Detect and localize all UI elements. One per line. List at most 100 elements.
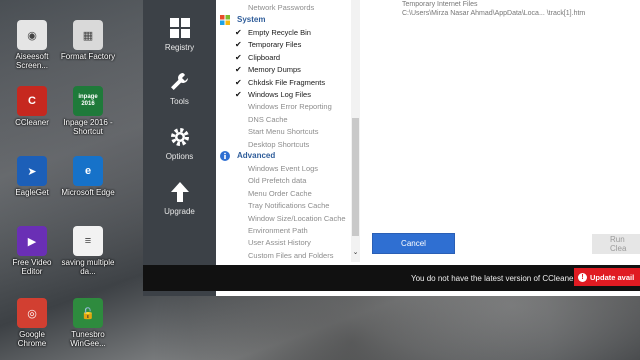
- info-icon: [220, 151, 230, 161]
- list-item[interactable]: Menu Order Cache: [216, 188, 356, 200]
- checkmark-icon[interactable]: ✔: [235, 52, 243, 64]
- list-item[interactable]: Environment Path: [216, 225, 356, 237]
- results-pane: Temporary Internet Files C:\Users\Mirza …: [402, 0, 585, 18]
- list-item-label: Desktop Shortcuts: [248, 139, 310, 149]
- checkmark-icon[interactable]: ✔: [235, 77, 243, 89]
- list-item-label: Old Prefetch data: [248, 176, 307, 186]
- sidebar-item-upgrade[interactable]: Upgrade: [143, 180, 216, 216]
- desktop-icon-label: Tunesbro WinGee...: [70, 330, 106, 348]
- arrow-up-icon: [168, 180, 192, 204]
- list-item-label: Temporary Files: [248, 40, 302, 50]
- list-item[interactable]: Old Prefetch data: [216, 175, 356, 187]
- desktop-icon[interactable]: ◎ Google Chrome: [4, 298, 60, 348]
- result-line: Temporary Internet Files: [402, 1, 478, 8]
- ccleaner-icon: C: [17, 86, 47, 116]
- sidebar-item-label: Registry: [164, 43, 195, 52]
- desktop-icon-label: Google Chrome: [17, 330, 47, 348]
- list-item[interactable]: Custom Files and Folders: [216, 250, 356, 262]
- list-item[interactable]: Desktop Shortcuts: [216, 139, 356, 151]
- list-item[interactable]: User Assist History: [216, 237, 356, 249]
- checkmark-icon[interactable]: ✔: [235, 89, 243, 101]
- list-item-label: User Assist History: [248, 238, 311, 248]
- status-bar: You do not have the latest version of CC…: [143, 265, 640, 291]
- desktop-icon[interactable]: ◉ Aiseesoft Screen...: [4, 20, 60, 70]
- list-item-label: Start Menu Shortcuts: [248, 127, 319, 137]
- list-item-label: Environment Path: [248, 226, 308, 235]
- cleaner-options-list: Network Passwords System ✔ Empty Recycle …: [216, 0, 362, 262]
- sidebar-item-label: Tools: [170, 97, 189, 106]
- desktop-icon[interactable]: e Microsoft Edge: [60, 156, 116, 197]
- desktop-icon[interactable]: inpage 2016 Inpage 2016 - Shortcut: [60, 86, 116, 136]
- sidebar-item-tools[interactable]: Tools: [143, 70, 216, 106]
- desktop-icon[interactable]: 🔓 Tunesbro WinGee...: [60, 298, 116, 348]
- list-item[interactable]: Windows Event Logs: [216, 163, 356, 175]
- list-item-label: Windows Error Reporting: [248, 102, 332, 112]
- chrome-icon: ◎: [17, 298, 47, 328]
- desktop-icon[interactable]: C CCleaner: [4, 86, 60, 127]
- desktop-icon[interactable]: ➤ EagleGet: [4, 156, 60, 197]
- edge-icon: e: [73, 156, 103, 186]
- sidebar: Registry Tools Options Upgrade: [143, 0, 216, 296]
- list-item[interactable]: ✔ Memory Dumps: [216, 64, 356, 76]
- inpage-icon: inpage 2016: [73, 86, 103, 116]
- desktop-icon-label: Format Factory: [60, 52, 116, 61]
- desktop-icon-label: Microsoft Edge: [61, 188, 115, 197]
- list-item[interactable]: Network Passwords: [216, 2, 356, 14]
- desktop-icon-label: EagleGet: [15, 188, 49, 197]
- result-path: C:\Users\Mirza Nasar Ahmad\AppData\Loca.…: [402, 10, 586, 17]
- list-item-label: Custom Files and Folders: [248, 250, 334, 260]
- list-item-label: Windows Event Logs: [248, 164, 319, 173]
- update-available-button[interactable]: ! Update avail: [574, 268, 640, 286]
- desktop-icon[interactable]: ▶ Free Video Editor: [4, 226, 60, 276]
- list-item[interactable]: Windows Error Reporting: [216, 101, 356, 113]
- list-item-label: Chkdsk File Fragments: [248, 77, 326, 87]
- desktop-icon-label: saving multiple da...: [61, 258, 115, 276]
- list-item[interactable]: ✔ Chkdsk File Fragments: [216, 77, 356, 89]
- list-scrollbar[interactable]: ⌄: [351, 0, 360, 262]
- checkmark-icon[interactable]: ✔: [235, 39, 243, 51]
- windows-icon: [220, 15, 230, 25]
- gear-icon: [168, 125, 192, 149]
- aiseesoft-icon: ◉: [17, 20, 47, 50]
- desktop-icon[interactable]: ≡ saving multiple da...: [60, 226, 116, 276]
- list-item-label: Window Size/Location Cache: [248, 213, 346, 223]
- cancel-button[interactable]: Cancel: [372, 233, 455, 254]
- list-item-label: Tray Notifications Cache: [248, 201, 330, 211]
- list-item[interactable]: ✔ Temporary Files: [216, 39, 356, 51]
- sidebar-item-options[interactable]: Options: [143, 125, 216, 161]
- tunesbro-icon: 🔓: [73, 298, 103, 328]
- desktop-icon-label: Aiseesoft Screen...: [15, 52, 49, 70]
- list-item-label: Empty Recycle Bin: [248, 28, 311, 37]
- grid-icon: [168, 16, 192, 40]
- desktop-icon-label: CCleaner: [15, 118, 49, 127]
- eagleget-icon: ➤: [17, 156, 47, 186]
- video-editor-icon: ▶: [17, 226, 47, 256]
- checkmark-icon[interactable]: ✔: [235, 27, 243, 39]
- list-item-label: Clipboard: [248, 52, 281, 62]
- list-item-label: Memory Dumps: [248, 65, 301, 75]
- list-item[interactable]: ✔ Windows Log Files: [216, 89, 356, 101]
- sidebar-item-label: Options: [165, 152, 194, 161]
- list-item[interactable]: DNS Cache: [216, 114, 356, 126]
- run-cleaner-button[interactable]: Run Clea: [592, 234, 640, 254]
- desktop-icon[interactable]: ▦ Format Factory: [60, 20, 116, 61]
- sidebar-item-label: Upgrade: [164, 207, 195, 216]
- status-message: You do not have the latest version of CC…: [411, 274, 577, 283]
- scrollbar-thumb[interactable]: [352, 118, 359, 236]
- sidebar-item-registry[interactable]: Registry: [143, 16, 216, 52]
- update-label: Update avail: [590, 272, 635, 282]
- list-item[interactable]: ✔ Empty Recycle Bin: [216, 27, 356, 39]
- list-item[interactable]: Start Menu Shortcuts: [216, 126, 356, 138]
- alert-icon: !: [578, 272, 587, 282]
- desktop-icon-label: Free Video Editor: [12, 258, 52, 276]
- checkmark-icon[interactable]: ✔: [235, 64, 243, 76]
- list-item-label: Menu Order Cache: [248, 188, 312, 198]
- document-icon: ≡: [73, 226, 103, 256]
- chevron-down-icon[interactable]: ⌄: [351, 248, 360, 258]
- list-item-label: DNS Cache: [248, 114, 288, 124]
- list-item-label: Windows Log Files: [248, 90, 311, 99]
- list-item[interactable]: Tray Notifications Cache: [216, 200, 356, 212]
- list-item[interactable]: Window Size/Location Cache: [216, 213, 356, 225]
- list-item[interactable]: ✔ Clipboard: [216, 52, 356, 64]
- desktop-icon-label: Inpage 2016 - Shortcut: [63, 118, 113, 136]
